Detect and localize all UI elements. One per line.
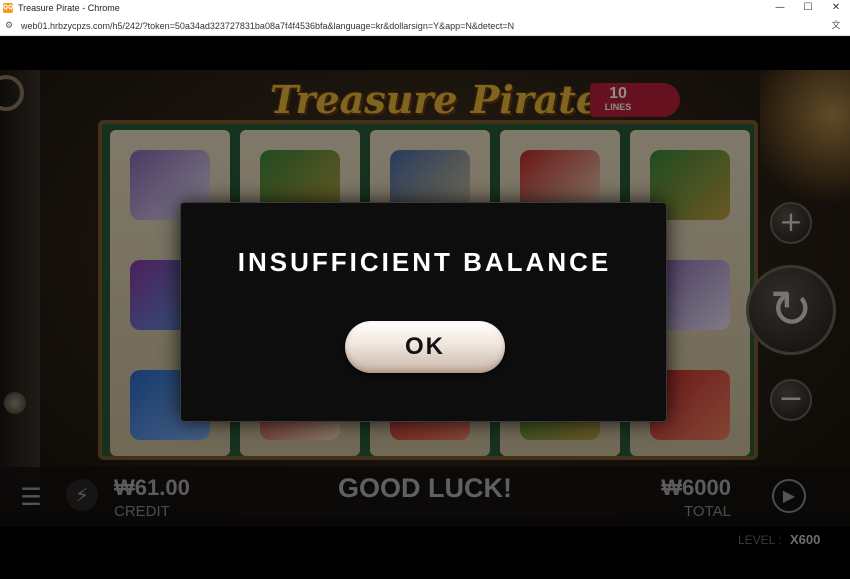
maximize-icon[interactable]: ☐ xyxy=(794,0,822,16)
url-text[interactable]: web01.hrbzycpzs.com/h5/242/?token=50a34a… xyxy=(21,21,514,31)
app-icon: QQ xyxy=(3,3,14,13)
title-bar: QQ Treasure Pirate - Chrome — ☐ ✕ xyxy=(0,0,850,16)
minimize-icon[interactable]: — xyxy=(766,0,794,16)
translate-icon[interactable]: 文 xyxy=(830,20,842,32)
ok-button[interactable]: OK xyxy=(345,321,505,373)
dialog-title: INSUFFICIENT BALANCE xyxy=(237,247,612,277)
browser-window: QQ Treasure Pirate - Chrome — ☐ ✕ ⚙ web0… xyxy=(0,0,850,579)
insufficient-balance-dialog: INSUFFICIENT BALANCE OK xyxy=(180,202,667,422)
address-bar: ⚙ web01.hrbzycpzs.com/h5/242/?token=50a3… xyxy=(0,16,850,36)
window-controls: — ☐ ✕ xyxy=(766,0,850,16)
close-icon[interactable]: ✕ xyxy=(822,0,850,16)
site-info-icon[interactable]: ⚙ xyxy=(5,21,15,31)
window-title: Treasure Pirate - Chrome xyxy=(18,3,120,13)
